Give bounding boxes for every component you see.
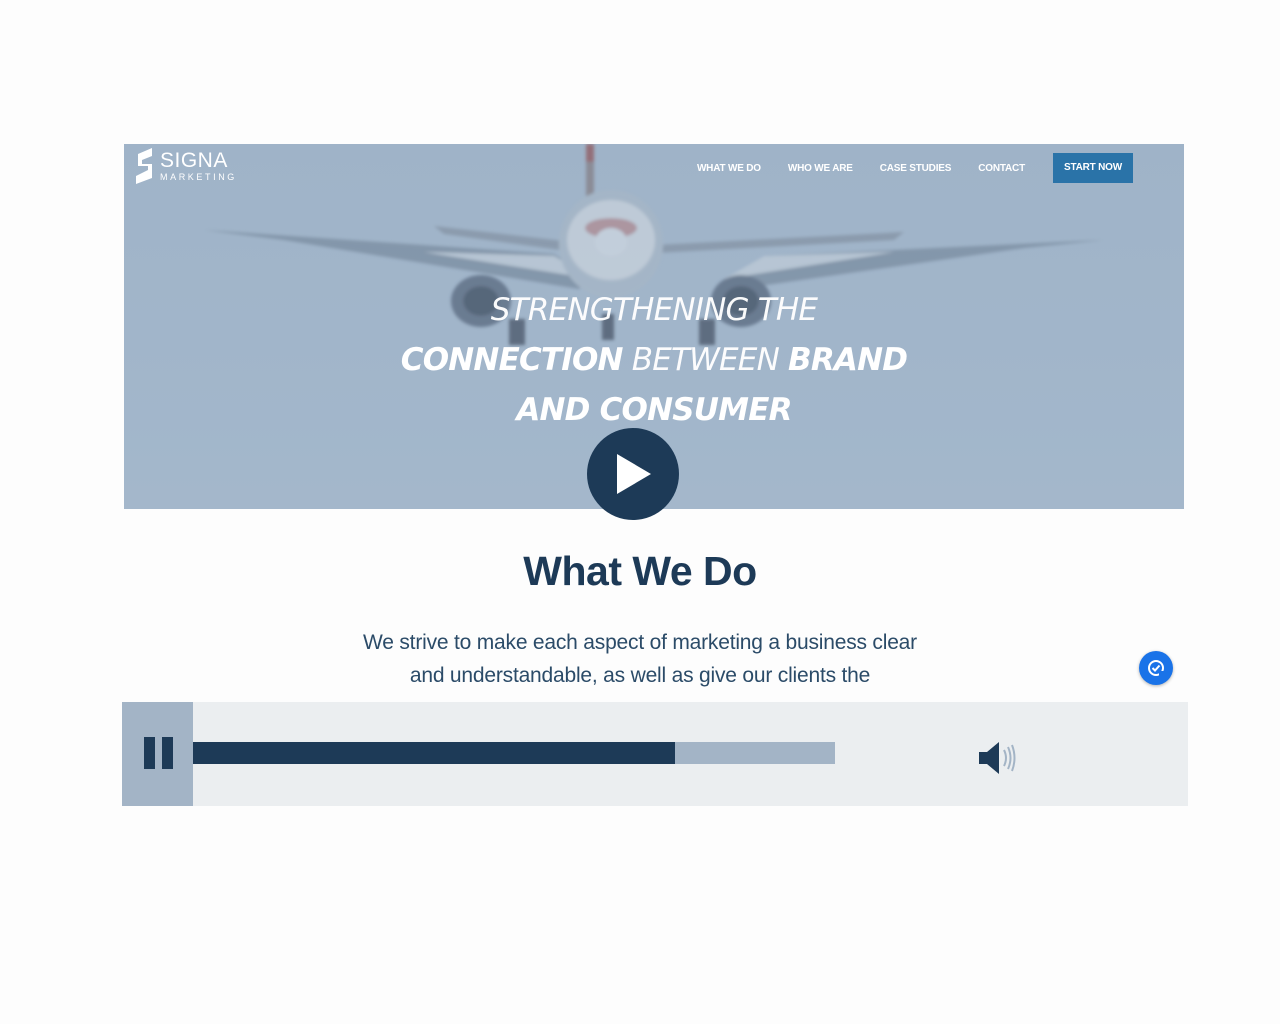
logo-mark-icon <box>136 148 152 184</box>
chat-check-icon <box>1148 660 1164 676</box>
nav-case-studies[interactable]: CASE STUDIES <box>880 163 952 174</box>
start-now-button[interactable]: START NOW <box>1052 153 1133 183</box>
play-video-button[interactable] <box>587 428 679 520</box>
chat-widget-button[interactable] <box>1139 651 1173 685</box>
section-title: What We Do <box>523 548 757 594</box>
progress-bar[interactable] <box>193 742 835 764</box>
headline-brand: BRAND <box>788 342 908 378</box>
nav-who-we-are[interactable]: WHO WE ARE <box>788 163 853 174</box>
pause-icon <box>144 737 155 769</box>
headline-between: BETWEEN <box>631 342 780 378</box>
brand-subtitle: MARKETING <box>160 172 237 182</box>
headline-line3: AND CONSUMER <box>516 392 792 428</box>
pause-button[interactable] <box>122 702 193 806</box>
hero-headline: STRENGTHENING THE CONNECTION BETWEEN BRA… <box>124 285 1184 435</box>
nav-contact[interactable]: CONTACT <box>978 163 1025 174</box>
play-icon <box>617 454 651 494</box>
pause-icon-bar <box>162 737 173 769</box>
audio-player <box>122 702 1188 806</box>
brand-name: SIGNA <box>160 149 228 172</box>
nav-what-we-do[interactable]: WHAT WE DO <box>697 163 761 174</box>
section-text: We strive to make each aspect of marketi… <box>363 631 917 687</box>
main-nav: WHAT WE DO WHO WE ARE CASE STUDIES CONTA… <box>670 153 1133 183</box>
headline-line1: STRENGTHENING THE <box>490 292 818 328</box>
brand-logo[interactable]: SIGNA MARKETING <box>134 146 237 186</box>
volume-icon[interactable] <box>977 740 1019 776</box>
headline-connection: CONNECTION <box>400 342 624 378</box>
progress-fill <box>193 742 675 764</box>
